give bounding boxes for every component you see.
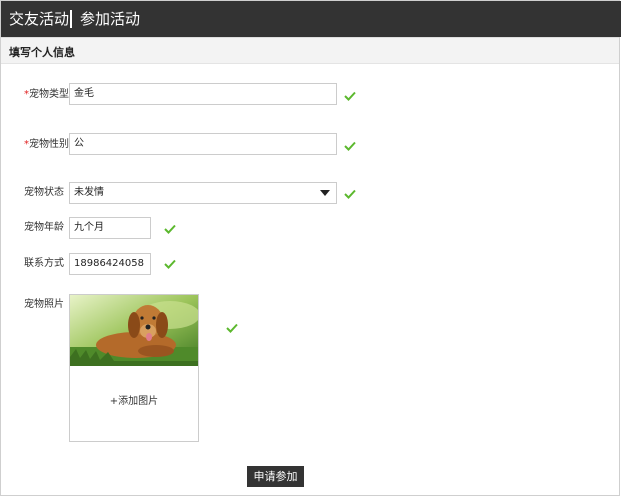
contact-input[interactable]: 18986424058	[69, 253, 151, 275]
add-photo-button[interactable]: +添加图片	[70, 392, 198, 407]
header-title: 交友活动	[9, 10, 70, 28]
check-icon	[343, 139, 357, 153]
pet-photo-label: 宠物照片	[24, 299, 64, 310]
check-icon	[163, 222, 177, 236]
pet-age-label: 宠物年龄	[24, 222, 64, 233]
contact-label: 联系方式	[24, 258, 64, 269]
pet-gender-label: *宠物性别	[24, 138, 69, 152]
photo-upload-box[interactable]: +添加图片	[69, 294, 199, 442]
pet-status-select[interactable]: 未发情	[69, 182, 337, 204]
check-icon	[343, 89, 357, 103]
apply-button[interactable]: 申请参加	[247, 466, 304, 487]
pet-type-label-text: 宠物类型	[29, 89, 69, 100]
pet-status-value: 未发情	[74, 187, 104, 198]
section-header: 填写个人信息	[1, 37, 619, 64]
header-bar: 交友活动 参加活动	[1, 1, 621, 37]
pet-status-label: 宠物状态	[24, 187, 64, 198]
pet-type-label: *宠物类型	[24, 88, 69, 102]
header-subtitle: 参加活动	[80, 10, 141, 28]
pet-age-input[interactable]: 九个月	[69, 217, 151, 239]
check-icon	[225, 321, 239, 335]
check-icon	[343, 187, 357, 201]
dog-photo	[70, 295, 198, 366]
page-frame: 交友活动 参加活动 填写个人信息 *宠物类型 金毛 *宠物性别 公 宠物状态 未…	[0, 0, 621, 496]
pet-type-input[interactable]: 金毛	[69, 83, 337, 105]
header-divider	[70, 10, 72, 28]
chevron-down-icon[interactable]	[320, 190, 330, 196]
pet-gender-input[interactable]: 公	[69, 133, 337, 155]
section-title: 填写个人信息	[9, 46, 75, 59]
check-icon	[163, 257, 177, 271]
pet-gender-label-text: 宠物性别	[29, 139, 69, 150]
